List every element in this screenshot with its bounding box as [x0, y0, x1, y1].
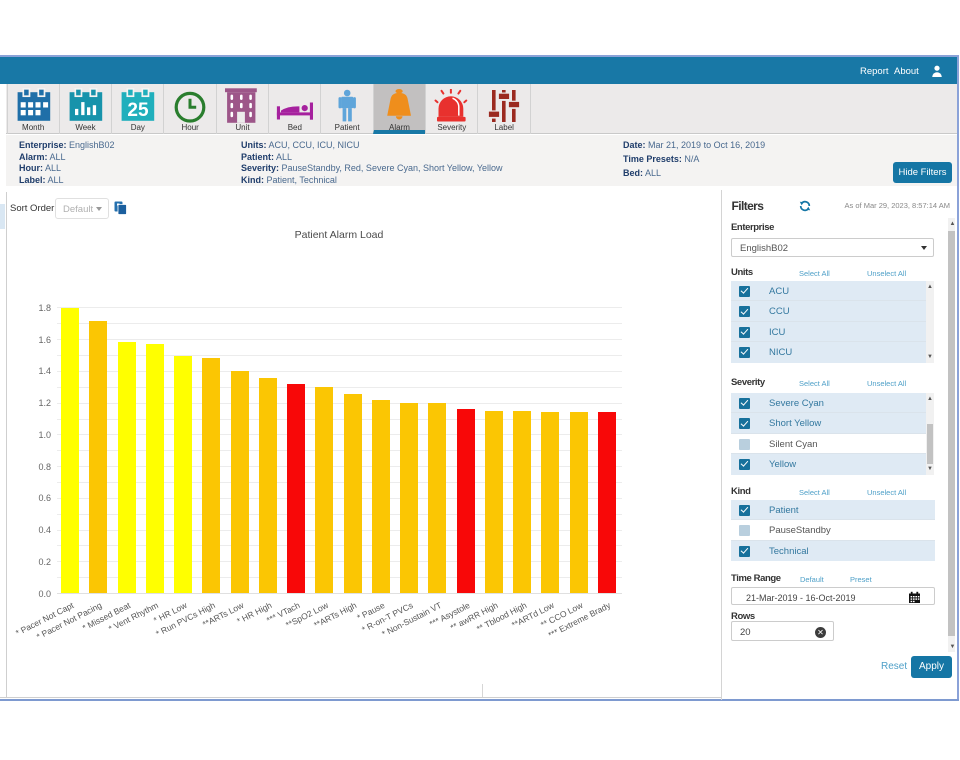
svg-text:25: 25 — [128, 100, 150, 121]
